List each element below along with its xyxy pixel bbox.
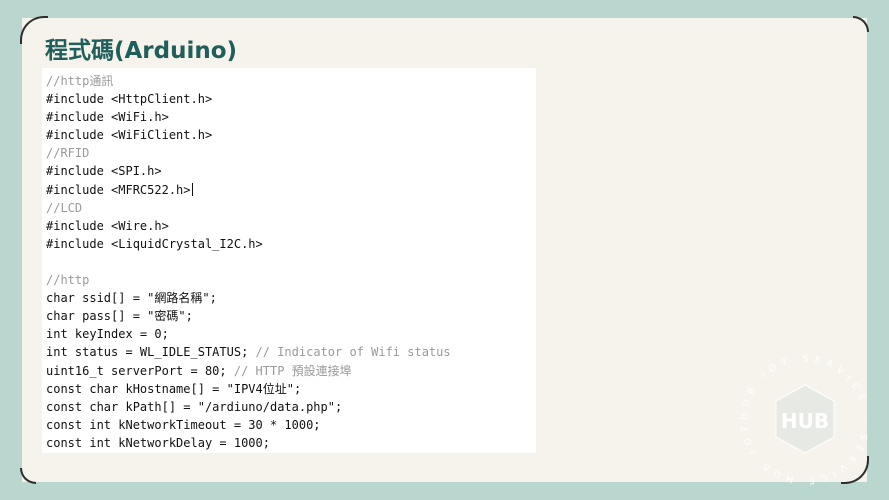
code-comment: //http (46, 273, 90, 288)
code-line: int status = WL_IDLE_STATUS; // Indicato… (46, 343, 536, 361)
code-inline-comment: // HTTP 預設連接埠 (226, 363, 352, 378)
code-statement: int status = WL_IDLE_STATUS; (46, 345, 249, 360)
logo-letters: HUB (781, 409, 829, 433)
code-line: #include <Wire.h> (46, 218, 169, 233)
code-statement: uint16_t serverPort = 80; (46, 363, 227, 378)
code-line: const char kHostname[] = "IPV4位址"; (46, 381, 302, 396)
code-comment: //RFID (46, 146, 90, 161)
code-line: const int kNetworkDelay = 1000; (46, 435, 270, 450)
code-line: uint16_t serverPort = 80; // HTTP 預設連接埠 (46, 362, 536, 380)
code-line-with-cursor: #include <MFRC522.h> (46, 181, 536, 199)
code-line: char ssid[] = "網路名稱"; (46, 291, 217, 306)
code-comment: //http通訊 (46, 74, 114, 88)
hub-iot-service-logo-watermark: HUB IOT SERVICE · SERVICE HUB IOT · HUB (730, 345, 864, 485)
code-comment: //LCD (46, 200, 83, 215)
code-line: #include <WiFi.h> (46, 110, 169, 125)
text-cursor (191, 182, 193, 196)
code-block[interactable]: //http通訊 #include <HttpClient.h> #include … (42, 68, 536, 453)
code-line: const int kNetworkTimeout = 30 * 1000; (46, 417, 321, 432)
code-line: char pass[] = "密碼"; (46, 309, 193, 324)
code-line: const char kPath[] = "/ardiuno/data.php"… (46, 399, 343, 414)
slide-title: 程式碼(Arduino) (45, 38, 238, 64)
code-inline-comment: // Indicator of Wifi status (248, 345, 451, 360)
code-line: #include <LiquidCrystal_I2C.h> (46, 236, 263, 251)
code-line: #include <WiFiClient.h> (46, 128, 213, 143)
code-line: #include <SPI.h> (46, 164, 162, 179)
code-line-text: #include <MFRC522.h> (46, 182, 191, 197)
code-line: int keyIndex = 0; (46, 327, 169, 342)
code-line: #include <HttpClient.h> (46, 92, 213, 107)
